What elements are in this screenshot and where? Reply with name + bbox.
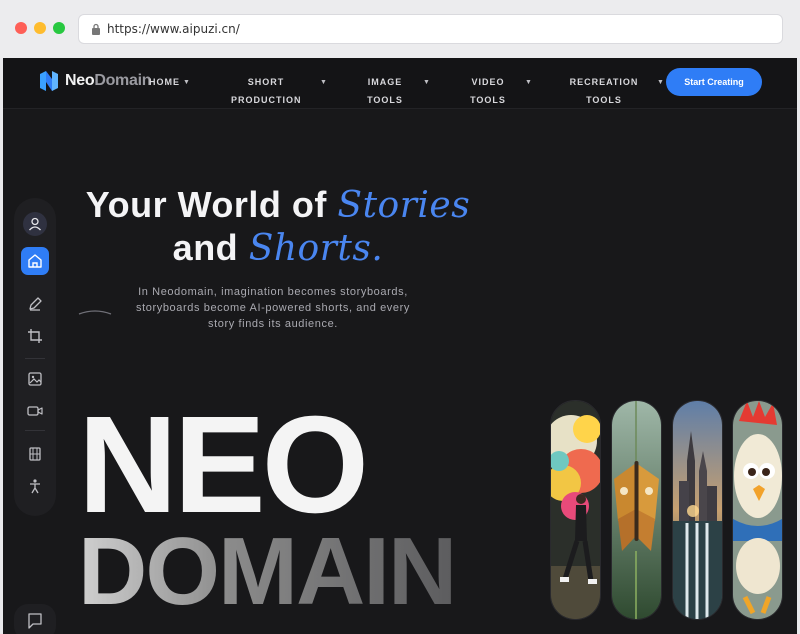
- image-button[interactable]: [23, 367, 47, 391]
- cartoon-chick-image: [733, 401, 782, 619]
- nav-label-line1: SHORT: [247, 77, 285, 87]
- brand-name-light: Neo: [65, 72, 95, 89]
- decorative-swoosh: [78, 310, 112, 315]
- brand-name-dim: Domain: [94, 72, 152, 89]
- chevron-down-icon: ▼: [320, 79, 327, 86]
- film-icon: [29, 447, 41, 461]
- showcase-image-castle[interactable]: [672, 400, 723, 620]
- nav-label-line2: TOOLS: [367, 95, 403, 105]
- showcase-image-dancer[interactable]: [550, 400, 601, 620]
- hero-line2-accent: Shorts.: [248, 228, 384, 269]
- hero-line1-accent: Stories: [337, 185, 471, 226]
- chevron-down-icon: ▼: [657, 79, 664, 86]
- sidebar-divider: [25, 358, 45, 359]
- crop-button[interactable]: [23, 324, 47, 348]
- figure-button[interactable]: [23, 474, 47, 498]
- crop-icon: [28, 329, 42, 343]
- user-icon: [29, 217, 41, 231]
- showcase-image-butterfly[interactable]: [611, 400, 662, 620]
- nav-home-label: HOME: [149, 77, 180, 87]
- address-bar[interactable]: https://www.aipuzi.cn/: [78, 14, 783, 44]
- page: NeoDomain HOME ▼ SHORT PRODUCTION ▼ IMAG…: [3, 58, 797, 634]
- hero-line1-plain: Your World of: [85, 184, 338, 225]
- chevron-down-icon: ▼: [183, 79, 190, 86]
- minimize-window-button[interactable]: [34, 22, 46, 34]
- pencil-icon: [29, 297, 42, 311]
- showcase-image-chick[interactable]: [732, 400, 783, 620]
- nav-recreation-tools[interactable]: RECREATION TOOLS: [568, 73, 640, 109]
- nav-label-line1: RECREATION: [569, 77, 639, 87]
- edit-button[interactable]: [23, 292, 47, 316]
- video-button[interactable]: [23, 399, 47, 423]
- nav-home[interactable]: HOME: [149, 73, 180, 91]
- big-neo-text: NEO: [78, 388, 369, 542]
- nav-image-tools[interactable]: IMAGE TOOLS: [360, 73, 410, 109]
- home-button[interactable]: [21, 247, 49, 275]
- video-icon: [27, 406, 43, 416]
- left-sidebar: [14, 198, 56, 516]
- chevron-down-icon: ▼: [423, 79, 430, 86]
- top-navbar: NeoDomain HOME ▼ SHORT PRODUCTION ▼ IMAG…: [3, 58, 797, 109]
- nav-label-line2: TOOLS: [586, 95, 622, 105]
- image-icon: [28, 372, 42, 386]
- home-icon: [28, 254, 42, 268]
- film-button[interactable]: [23, 442, 47, 466]
- nav-label-line2: TOOLS: [470, 95, 506, 105]
- nav-label-line2: PRODUCTION: [231, 95, 302, 105]
- nav-label-line1: IMAGE: [367, 77, 403, 87]
- chevron-down-icon: ▼: [525, 79, 532, 86]
- browser-chrome: https://www.aipuzi.cn/: [0, 0, 800, 58]
- sidebar-divider: [25, 430, 45, 431]
- hero-title-line1: Your World of Stories: [63, 184, 493, 226]
- butterfly-image: [612, 401, 661, 619]
- chat-icon: [28, 613, 42, 629]
- figure-icon: [30, 479, 40, 494]
- url-text: https://www.aipuzi.cn/: [107, 22, 240, 36]
- big-domain-text: DOMAIN: [78, 518, 457, 625]
- castle-image: [673, 401, 722, 619]
- chat-button[interactable]: [14, 604, 56, 634]
- close-window-button[interactable]: [15, 22, 27, 34]
- brand-logo[interactable]: NeoDomain: [65, 72, 152, 90]
- paint-splash-image: [551, 401, 600, 619]
- user-avatar-button[interactable]: [23, 212, 47, 236]
- start-creating-button[interactable]: Start Creating: [666, 68, 762, 96]
- hero-line2-plain: and: [172, 227, 249, 268]
- logo-icon: [40, 71, 58, 91]
- nav-label-line1: VIDEO: [471, 77, 505, 87]
- maximize-window-button[interactable]: [53, 22, 65, 34]
- lock-icon: [92, 23, 100, 35]
- hero-subtitle: In Neodomain, imagination becomes storyb…: [136, 286, 410, 330]
- nav-short-production[interactable]: SHORT PRODUCTION: [231, 73, 301, 109]
- nav-video-tools[interactable]: VIDEO TOOLS: [463, 73, 513, 109]
- hero-title-line2: and Shorts.: [63, 227, 493, 269]
